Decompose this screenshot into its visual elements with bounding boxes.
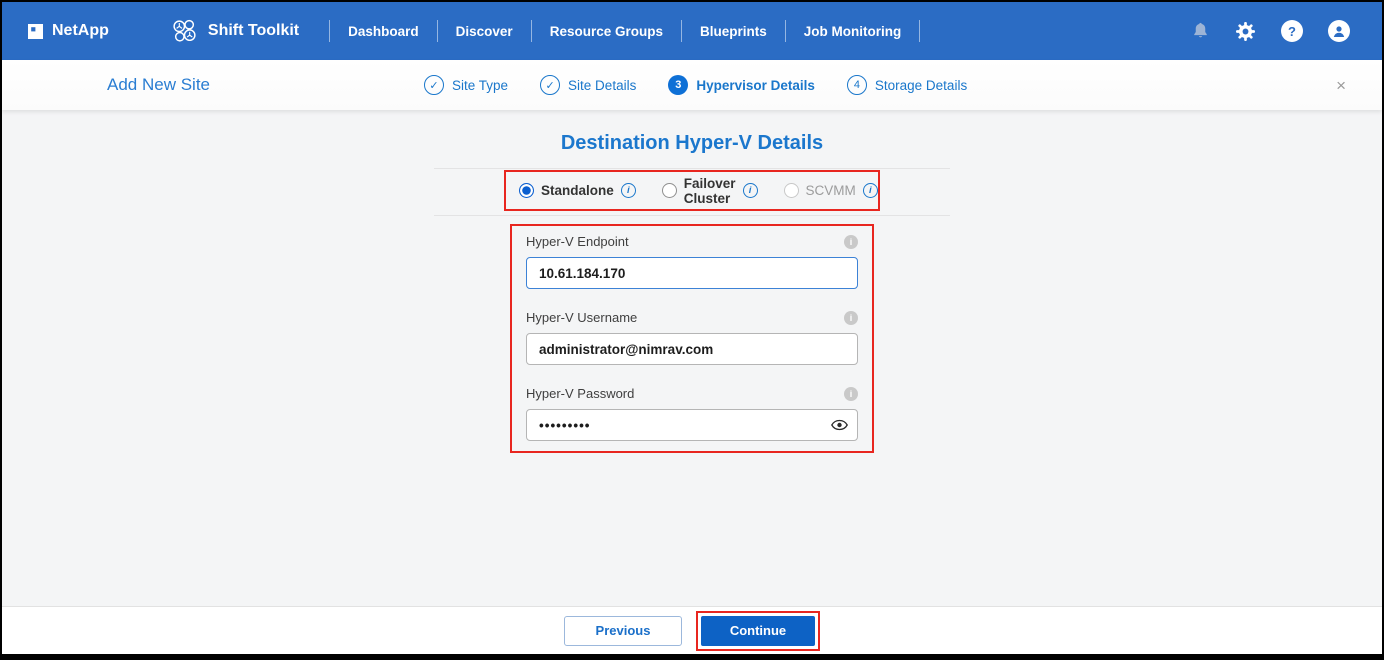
nav-separator (785, 20, 786, 42)
info-icon[interactable]: i (621, 183, 636, 198)
nav-item-discover[interactable]: Discover (452, 24, 517, 39)
hyperv-endpoint-input[interactable] (526, 257, 858, 289)
wizard-header: Add New Site ✓ Site Type ✓ Site Details … (2, 60, 1382, 110)
info-icon[interactable]: i (844, 311, 858, 325)
wizard-title: Add New Site (107, 75, 210, 95)
continue-button[interactable]: Continue (701, 616, 815, 646)
nav-separator (681, 20, 682, 42)
form-column: Standalone i Failover Cluster i SCVMM i (434, 168, 950, 453)
nav-separator (531, 20, 532, 42)
continue-highlight-box: Continue (696, 611, 820, 651)
field-hyperv-username: Hyper-V Username i (526, 310, 858, 365)
wizard-steps: ✓ Site Type ✓ Site Details 3 Hypervisor … (424, 75, 967, 95)
field-label: Hyper-V Endpoint (526, 234, 629, 249)
info-icon[interactable]: i (844, 387, 858, 401)
radio-standalone[interactable]: Standalone i (519, 183, 636, 198)
field-hyperv-endpoint: Hyper-V Endpoint i (526, 234, 858, 289)
nav-item-resource-groups[interactable]: Resource Groups (546, 24, 667, 39)
hyperv-password-input[interactable] (526, 409, 858, 441)
radio-divider (434, 215, 950, 216)
netapp-brand: NetApp (28, 22, 109, 40)
radio-scvmm[interactable]: SCVMM i (784, 183, 878, 198)
hypervisor-type-radio-group: Standalone i Failover Cluster i SCVMM i (504, 170, 880, 211)
check-circle-icon: ✓ (424, 75, 444, 95)
step-site-type[interactable]: ✓ Site Type (424, 75, 508, 95)
main-nav: Dashboard Discover Resource Groups Bluep… (315, 20, 934, 42)
nav-item-job-monitoring[interactable]: Job Monitoring (800, 24, 905, 39)
radio-selected-icon (519, 183, 534, 198)
step-label: Site Details (568, 78, 636, 93)
nav-separator (437, 20, 438, 42)
step-site-details[interactable]: ✓ Site Details (540, 75, 636, 95)
info-icon[interactable]: i (844, 235, 858, 249)
title-divider (434, 168, 950, 169)
brand-name: NetApp (52, 22, 109, 40)
step-number-icon: 3 (668, 75, 688, 95)
radio-unselected-icon (662, 183, 677, 198)
field-label: Hyper-V Username (526, 310, 637, 325)
step-number-icon: 4 (847, 75, 867, 95)
step-label: Site Type (452, 78, 508, 93)
step-label: Hypervisor Details (696, 78, 815, 93)
netapp-logo-icon (28, 24, 43, 39)
step-label: Storage Details (875, 78, 967, 93)
help-icon[interactable]: ? (1281, 20, 1303, 42)
radio-label: Failover Cluster (684, 176, 736, 206)
step-hypervisor-details[interactable]: 3 Hypervisor Details (668, 75, 815, 95)
page-title: Destination Hyper-V Details (2, 132, 1382, 155)
close-icon[interactable]: × (1336, 77, 1346, 94)
radio-failover-cluster[interactable]: Failover Cluster i (662, 176, 758, 206)
nav-item-blueprints[interactable]: Blueprints (696, 24, 771, 39)
radio-unselected-icon (784, 183, 799, 198)
product-name: Shift Toolkit (208, 22, 299, 40)
wizard-footer: Previous Continue (2, 606, 1382, 654)
bell-icon[interactable] (1191, 21, 1210, 41)
account-icon[interactable] (1328, 20, 1350, 42)
nav-separator (329, 20, 330, 42)
nav-separator (919, 20, 920, 42)
check-circle-icon: ✓ (540, 75, 560, 95)
product-title: Shift Toolkit (171, 18, 299, 45)
navbar-actions: ? (1191, 20, 1350, 42)
gear-icon[interactable] (1235, 21, 1256, 42)
nav-item-dashboard[interactable]: Dashboard (344, 24, 423, 39)
previous-button[interactable]: Previous (564, 616, 682, 646)
field-hyperv-password: Hyper-V Password i (526, 386, 858, 441)
step-storage-details[interactable]: 4 Storage Details (847, 75, 967, 95)
eye-icon[interactable] (831, 419, 848, 431)
info-icon[interactable]: i (863, 183, 878, 198)
hyperv-credentials-form: Hyper-V Endpoint i Hyper-V Username i (510, 224, 874, 453)
hyperv-username-input[interactable] (526, 333, 858, 365)
field-label: Hyper-V Password (526, 386, 634, 401)
info-icon[interactable]: i (743, 183, 758, 198)
wizard-body: Destination Hyper-V Details Standalone i… (2, 110, 1382, 453)
radio-label: SCVMM (806, 183, 856, 198)
app-window: NetApp Shift Toolkit Dashboard Discover … (0, 0, 1384, 660)
shift-toolkit-logo-icon (171, 18, 198, 45)
top-navbar: NetApp Shift Toolkit Dashboard Discover … (2, 2, 1382, 60)
radio-label: Standalone (541, 183, 614, 198)
